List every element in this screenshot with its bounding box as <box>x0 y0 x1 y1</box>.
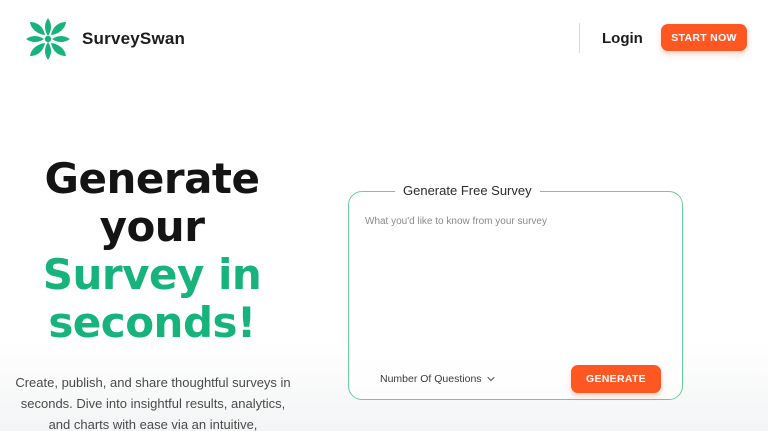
start-now-button[interactable]: START NOW <box>661 24 747 51</box>
card-legend: Generate Free Survey <box>395 183 540 198</box>
hero-title-line: Generate <box>44 154 260 203</box>
swan-emblem-icon <box>26 18 70 60</box>
generate-button[interactable]: GENERATE <box>571 365 661 393</box>
login-link[interactable]: Login <box>602 30 643 47</box>
hero-title-highlight: Survey in <box>42 250 262 299</box>
nav-divider <box>579 23 580 53</box>
brand-name: SurveySwan <box>82 29 186 48</box>
number-of-questions-label: Number Of Questions <box>380 373 482 385</box>
logo[interactable]: SurveySwan <box>24 16 185 62</box>
survey-prompt-input[interactable] <box>365 216 665 336</box>
hero-description: Create, publish, and share thoughtful su… <box>15 375 291 431</box>
hero-title-highlight: seconds! <box>48 298 256 347</box>
hero-title: Generate your Survey in seconds! <box>10 155 294 347</box>
number-of-questions-dropdown[interactable]: Number Of Questions <box>380 373 495 385</box>
chevron-down-icon <box>486 376 495 382</box>
hero-title-line: your <box>99 202 205 251</box>
survey-generator-card: Generate Free Survey Number Of Questions… <box>348 183 683 400</box>
